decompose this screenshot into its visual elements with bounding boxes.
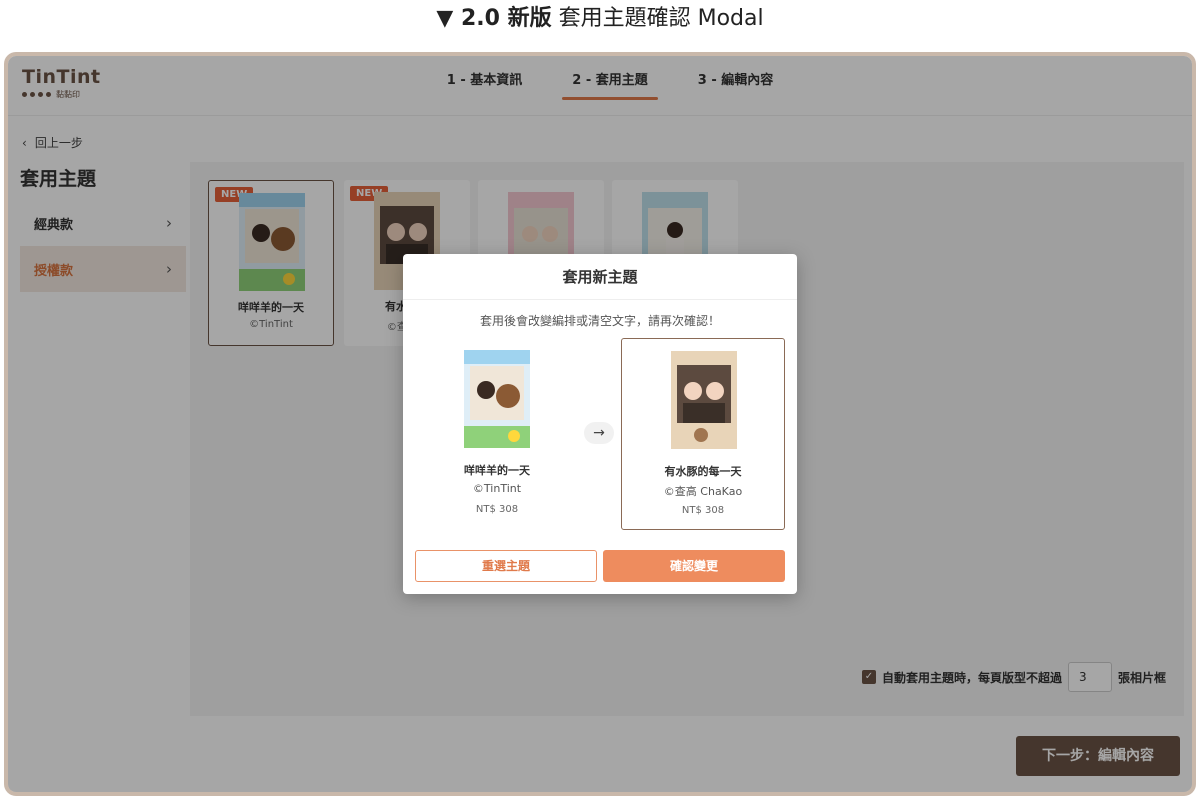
theme-thumbnail [671, 351, 737, 449]
theme-name: 咩咩羊的一天 [464, 464, 530, 477]
app-window: TinTint 黏黏印 1 - 基本資訊 2 - 套用主題 3 - 編輯內容 ‹… [4, 52, 1196, 796]
page-caption: ▼ 2.0 新版 套用主題確認 Modal [0, 0, 1200, 40]
caption-prefix: ▼ 2.0 新版 [436, 6, 552, 31]
reselect-theme-button[interactable]: 重選主題 [415, 550, 597, 582]
apply-theme-modal: 套用新主題 套用後會改變編排或清空文字，請再次確認！ 咩咩羊的一天 ©TinTi… [403, 254, 797, 594]
confirm-change-button[interactable]: 確認變更 [603, 550, 785, 582]
modal-title: 套用新主題 [403, 254, 797, 300]
caption-suffix: 套用主題確認 Modal [558, 6, 764, 31]
theme-name: 有水豚的每一天 [664, 465, 742, 478]
theme-price: NT$ 308 [681, 505, 725, 516]
new-theme-option: 有水豚的每一天 ©查高 ChaKao NT$ 308 [621, 338, 785, 530]
theme-thumbnail [464, 350, 530, 448]
current-theme-option: 咩咩羊的一天 ©TinTint NT$ 308 [415, 338, 579, 530]
theme-copyright: ©TinTint [472, 482, 522, 495]
theme-copyright: ©查高 ChaKao [663, 485, 743, 498]
modal-description: 套用後會改變編排或清空文字，請再次確認！ [479, 314, 720, 328]
theme-price: NT$ 308 [475, 504, 519, 515]
arrow-right-icon: → [584, 422, 614, 444]
